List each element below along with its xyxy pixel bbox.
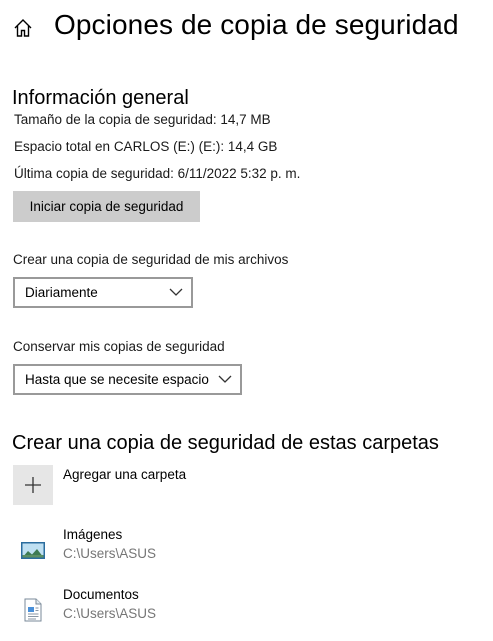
folder-path: C:\Users\ASUS — [63, 606, 157, 621]
documents-folder-icon — [24, 598, 42, 622]
folder-item-pictures[interactable]: Imágenes C:\Users\ASUS — [13, 527, 473, 573]
folder-name: Documentos — [63, 587, 139, 602]
frequency-dropdown[interactable]: Diariamente — [13, 277, 193, 308]
plus-icon — [25, 477, 41, 493]
add-folder-button[interactable] — [13, 465, 53, 505]
pictures-folder-icon — [21, 542, 45, 559]
folders-heading: Crear una copia de seguridad de estas ca… — [12, 432, 439, 454]
page-title: Opciones de copia de seguridad — [54, 9, 459, 40]
last-backup-text: Última copia de seguridad: 6/11/2022 5:3… — [14, 166, 301, 181]
backup-options-page: Opciones de copia de seguridad Informaci… — [0, 0, 493, 641]
retention-dropdown[interactable]: Hasta que se necesite espacio — [13, 364, 242, 395]
backup-size-text: Tamaño de la copia de seguridad: 14,7 MB — [14, 112, 271, 127]
home-icon[interactable] — [12, 17, 34, 39]
start-backup-button[interactable]: Iniciar copia de seguridad — [13, 191, 200, 222]
chevron-down-icon — [169, 288, 183, 296]
folder-name: Imágenes — [63, 527, 123, 542]
total-space-text: Espacio total en CARLOS (E:) (E:): 14,4 … — [14, 139, 278, 154]
frequency-label: Crear una copia de seguridad de mis arch… — [13, 252, 289, 267]
chevron-down-icon — [218, 375, 232, 383]
retention-label: Conservar mis copias de seguridad — [13, 339, 225, 354]
retention-selected-value: Hasta que se necesite espacio — [25, 372, 209, 387]
frequency-selected-value: Diariamente — [25, 285, 98, 300]
folder-item-documents[interactable]: Documentos C:\Users\ASUS — [13, 587, 473, 633]
folder-path: C:\Users\ASUS — [63, 546, 157, 561]
add-folder-label[interactable]: Agregar una carpeta — [63, 467, 186, 482]
overview-heading: Información general — [12, 87, 189, 109]
